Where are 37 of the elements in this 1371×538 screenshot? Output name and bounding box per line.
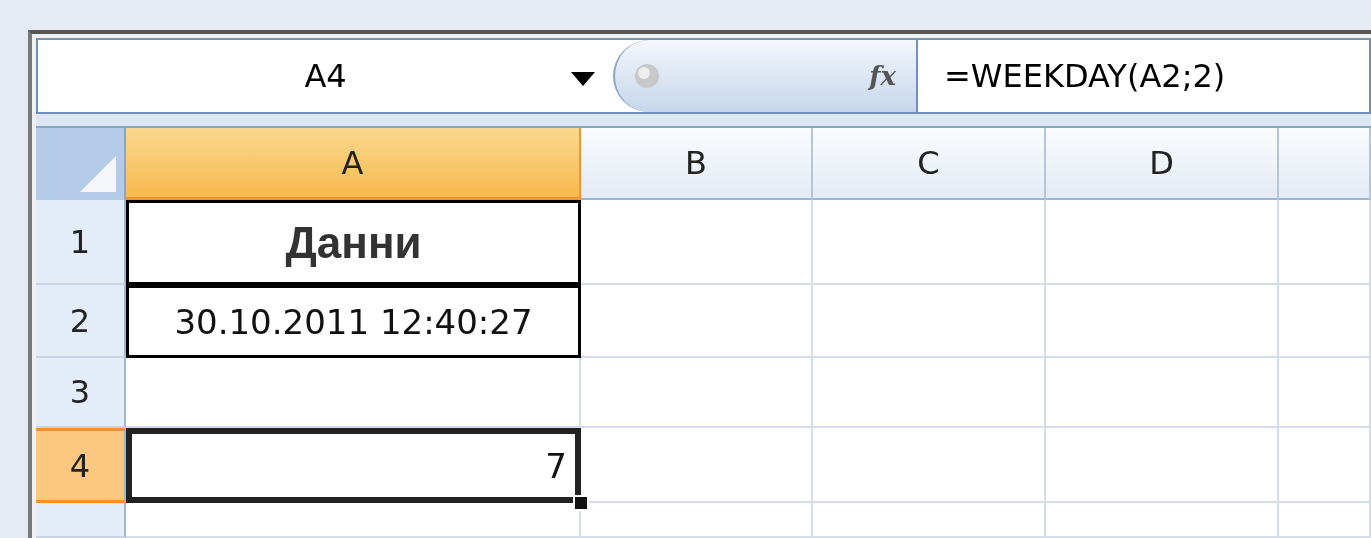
table-cell[interactable] [581,200,813,285]
table-cell[interactable] [1046,358,1279,428]
column-header[interactable]: A [126,128,581,200]
triangle-icon [80,156,116,192]
column-header[interactable]: B [581,128,813,200]
column-header[interactable] [1279,128,1371,200]
row-header[interactable] [36,503,126,538]
fill-handle[interactable] [573,495,589,511]
table-cell[interactable] [1279,428,1371,503]
table-cell[interactable] [813,285,1046,358]
table-cell[interactable] [1046,503,1279,538]
table-cell[interactable] [581,285,813,358]
column-header[interactable]: D [1046,128,1279,200]
table-cell[interactable]: 7 [126,428,581,503]
table-cell[interactable] [813,428,1046,503]
table-cell[interactable]: Данни [126,200,581,285]
table-cell[interactable] [813,200,1046,285]
table-cell[interactable] [1046,428,1279,503]
table-cell[interactable] [1279,285,1371,358]
table-cell[interactable] [1046,200,1279,285]
table-cell[interactable] [581,358,813,428]
table-cell[interactable] [1279,358,1371,428]
table-cell[interactable] [1279,503,1371,538]
row-header[interactable]: 4 [36,428,126,503]
table-cell[interactable]: 30.10.2011 12:40:27 [126,285,581,358]
column-header[interactable]: C [813,128,1046,200]
row-header[interactable]: 1 [36,200,126,285]
table-cell[interactable] [581,503,813,538]
table-cell[interactable] [1046,285,1279,358]
table-cell[interactable] [1279,200,1371,285]
table-cell[interactable] [813,358,1046,428]
formula-bar-splitter[interactable] [36,114,1371,128]
select-all-button[interactable] [36,128,126,200]
row-header[interactable]: 2 [36,285,126,358]
table-cell[interactable] [813,503,1046,538]
table-cell[interactable] [126,358,581,428]
row-header[interactable]: 3 [36,358,126,428]
